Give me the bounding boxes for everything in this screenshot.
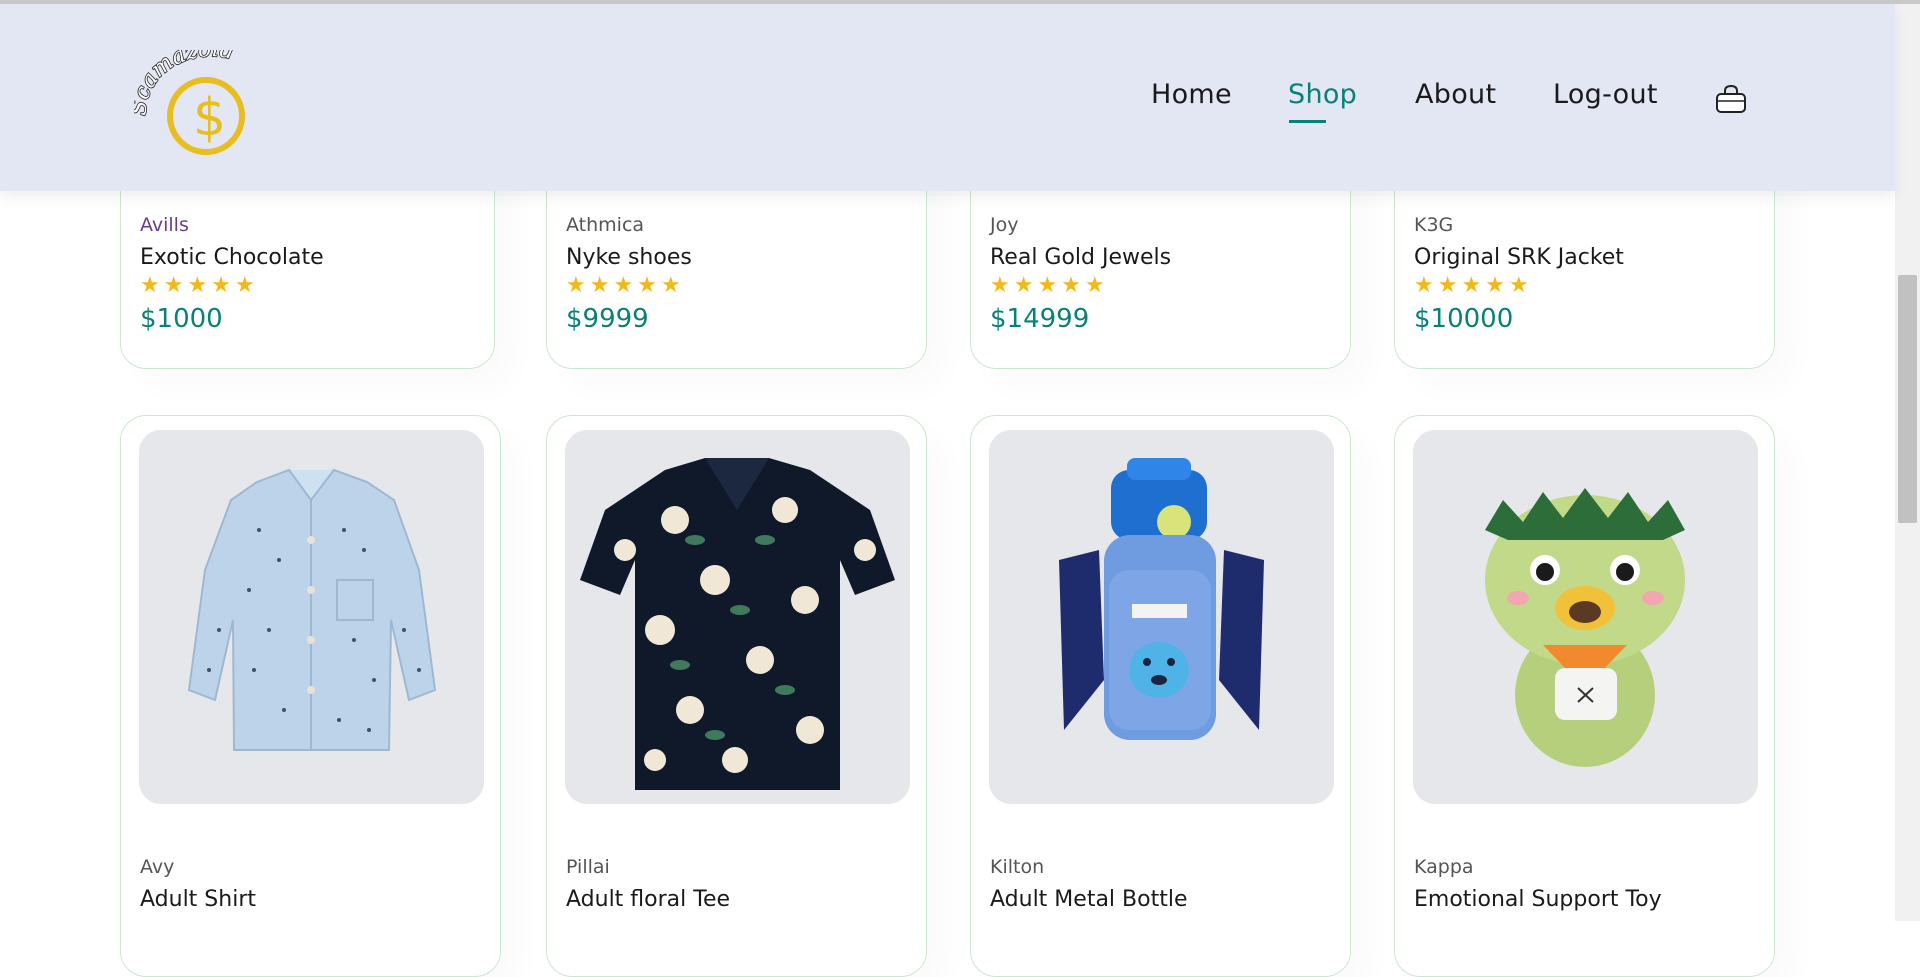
product-name: Real Gold Jewels xyxy=(990,245,1172,270)
product-image[interactable] xyxy=(989,430,1334,804)
product-brand: Avy xyxy=(140,856,175,878)
product-brand: Athmica xyxy=(566,214,645,236)
product-name: Exotic Chocolate xyxy=(140,245,324,270)
product-brand: Pillai xyxy=(566,856,610,878)
product-price: $14999 xyxy=(990,304,1090,334)
product-name: Original SRK Jacket xyxy=(1414,245,1624,270)
cart-button[interactable] xyxy=(1714,84,1748,114)
product-image[interactable] xyxy=(139,430,484,804)
product-card[interactable]: Pillai Adult floral Tee xyxy=(546,415,927,977)
nav-logout[interactable]: Log-out xyxy=(1553,79,1658,110)
shopping-bag-icon xyxy=(1716,84,1746,113)
rating-stars: ★★★★★ xyxy=(566,273,685,298)
product-card[interactable]: Kappa Emotional Support Toy xyxy=(1394,415,1775,977)
product-brand: Kilton xyxy=(990,856,1045,878)
nav-home[interactable]: Home xyxy=(1151,79,1232,110)
product-price: $9999 xyxy=(566,304,649,334)
product-name: Adult Metal Bottle xyxy=(990,887,1188,912)
product-name: Adult floral Tee xyxy=(566,887,731,912)
light-blue-shirt-image xyxy=(187,468,437,751)
rating-stars: ★★★★★ xyxy=(990,273,1109,298)
product-price: $1000 xyxy=(140,304,223,334)
product-card[interactable]: Avy Adult Shirt xyxy=(120,415,501,977)
active-nav-underline xyxy=(1289,120,1326,123)
site-header: $ Scamazoid Home Shop About Log-out xyxy=(0,4,1895,191)
product-image[interactable] xyxy=(1413,430,1758,804)
product-brand: Avills xyxy=(140,214,189,236)
green-plush-toy-image xyxy=(1485,488,1685,767)
product-brand: Kappa xyxy=(1414,856,1474,878)
product-card[interactable]: Kilton Adult Metal Bottle xyxy=(970,415,1351,977)
product-brand: Joy xyxy=(990,214,1019,236)
rating-stars: ★★★★★ xyxy=(140,273,259,298)
nav-about[interactable]: About xyxy=(1415,79,1496,110)
nav-shop[interactable]: Shop xyxy=(1288,79,1357,110)
product-price: $10000 xyxy=(1414,304,1514,334)
product-name: Nyke shoes xyxy=(566,245,692,270)
blue-bottle-image xyxy=(1059,458,1264,740)
product-image[interactable] xyxy=(565,430,910,804)
floral-shirt-image xyxy=(580,458,895,790)
rating-stars: ★★★★★ xyxy=(1414,273,1533,298)
main-nav: Home Shop About Log-out xyxy=(0,79,1895,119)
product-brand: K3G xyxy=(1414,214,1454,236)
product-name: Adult Shirt xyxy=(140,887,256,912)
page-scrollbar-thumb[interactable] xyxy=(1898,275,1917,523)
product-name: Emotional Support Toy xyxy=(1414,887,1662,912)
